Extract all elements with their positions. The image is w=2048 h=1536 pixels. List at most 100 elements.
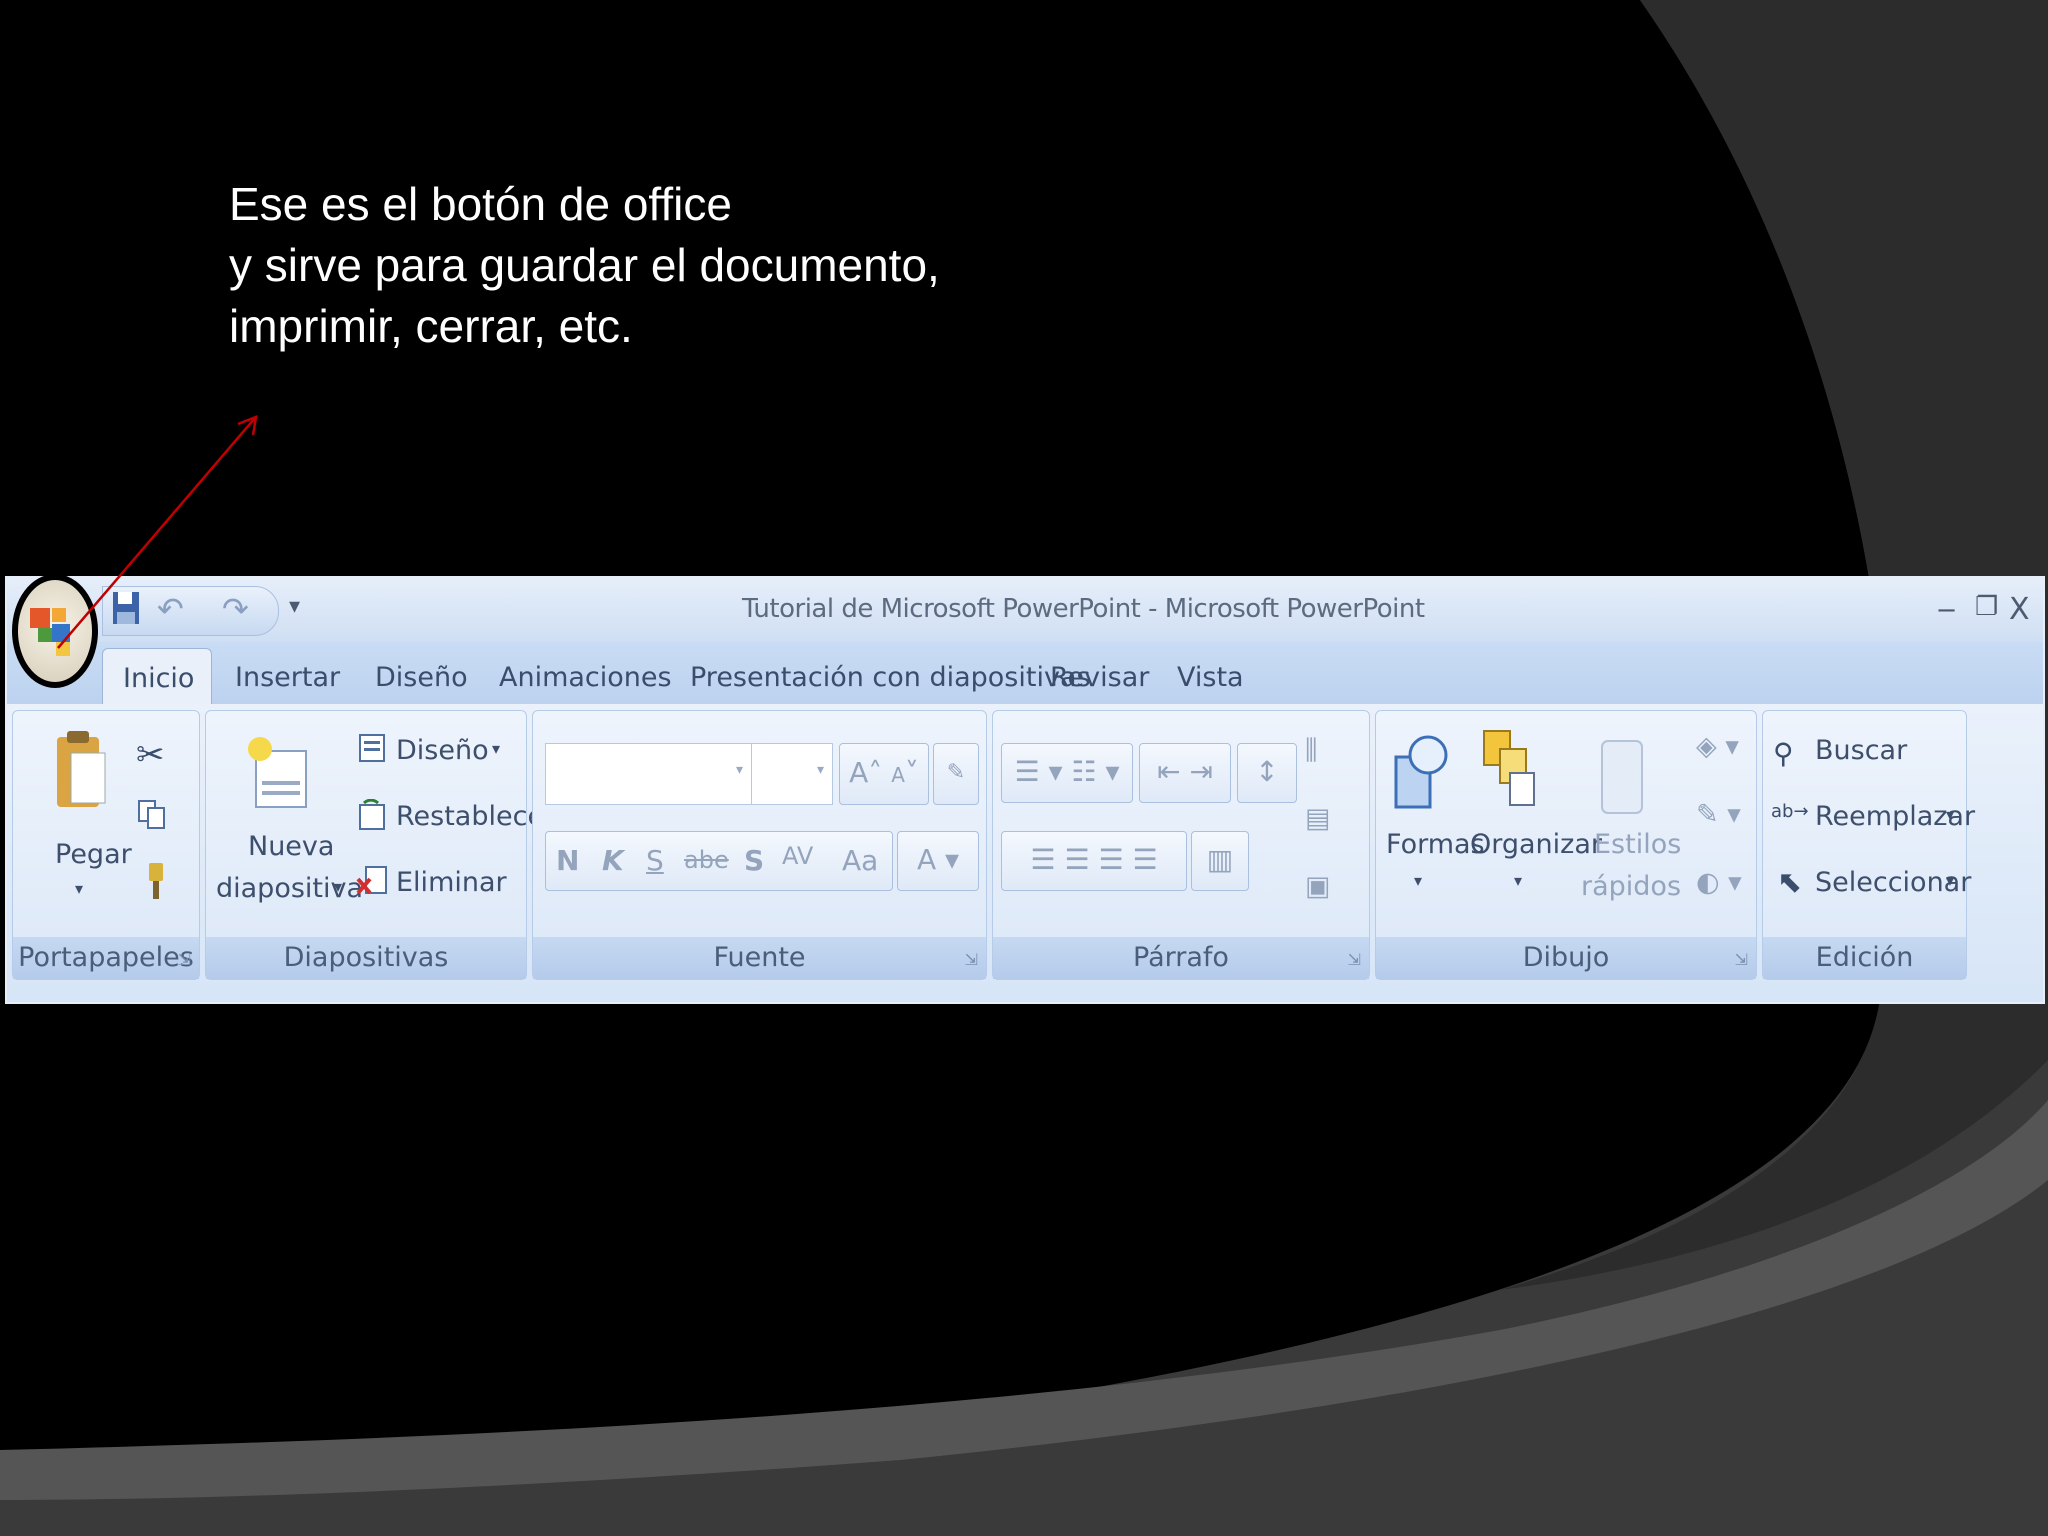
strikethrough-button[interactable]: abe bbox=[684, 846, 729, 874]
caption-line-3: imprimir, cerrar, etc. bbox=[229, 300, 633, 352]
shrink-font-glyph: A bbox=[891, 763, 905, 787]
group-editing-label: Edición bbox=[1763, 937, 1966, 979]
shapes-icon[interactable] bbox=[1390, 733, 1450, 817]
layout-label[interactable]: Diseño bbox=[396, 735, 489, 766]
clear-formatting-button[interactable]: ✎ bbox=[933, 743, 979, 805]
tab-animaciones[interactable]: Animaciones bbox=[499, 662, 672, 693]
arrange-dropdown-icon[interactable]: ▾ bbox=[1514, 871, 1522, 890]
office-logo-icon bbox=[30, 608, 70, 656]
line-spacing-button[interactable]: ↕ bbox=[1237, 743, 1297, 803]
grow-shrink-font-buttons[interactable]: A˄ A˅ bbox=[839, 743, 929, 805]
font-color-button[interactable]: A ▾ bbox=[897, 831, 979, 891]
restore-button[interactable]: ❐ bbox=[1975, 592, 1998, 622]
save-icon[interactable] bbox=[112, 590, 140, 630]
replace-icon[interactable]: ab→ bbox=[1771, 801, 1809, 822]
group-paragraph-label: Párrafo bbox=[993, 937, 1369, 979]
font-color-glyph: A bbox=[916, 843, 937, 876]
find-icon[interactable]: ⚲ bbox=[1773, 737, 1794, 770]
new-slide-label-1: Nueva bbox=[248, 831, 335, 862]
find-label[interactable]: Buscar bbox=[1815, 735, 1907, 766]
font-launcher-icon[interactable]: ⇲ bbox=[965, 950, 978, 969]
shapes-dropdown-icon[interactable]: ▾ bbox=[1414, 871, 1422, 890]
replace-dropdown-icon[interactable]: ▾ bbox=[1946, 805, 1954, 824]
new-slide-dropdown-icon[interactable]: ▾ bbox=[334, 877, 342, 896]
align-right-icon: ☰ bbox=[1098, 843, 1124, 876]
title-bar: ↶ ↷ ▾ Tutorial de Microsoft PowerPoint -… bbox=[7, 578, 2043, 642]
justify-icon: ☰ bbox=[1132, 843, 1158, 876]
shadow-button[interactable]: S bbox=[744, 844, 764, 877]
font-name-dropdown[interactable]: ▾ bbox=[545, 743, 752, 805]
font-size-chevron-icon: ▾ bbox=[816, 762, 824, 778]
group-font: ▾ ▾ A˄ A˅ ✎ N K S abe S AV Aa A ▾ Fuente… bbox=[532, 710, 987, 980]
grow-font-glyph: A bbox=[849, 756, 869, 789]
italic-button[interactable]: K bbox=[602, 844, 624, 877]
ribbon-body: Pegar ▾ ✂ Portapapeles ⇲ Nueva diapositi… bbox=[7, 704, 2043, 1002]
tab-vista[interactable]: Vista bbox=[1177, 662, 1244, 693]
change-case-button[interactable]: Aa bbox=[842, 844, 878, 877]
paragraph-launcher-icon[interactable]: ⇲ bbox=[1348, 950, 1361, 969]
select-cursor-icon[interactable]: ⬉ bbox=[1777, 865, 1802, 900]
powerpoint-ribbon-screenshot: ↶ ↷ ▾ Tutorial de Microsoft PowerPoint -… bbox=[5, 576, 2045, 1004]
paragraph-group-text: Párrafo bbox=[1133, 942, 1229, 973]
font-size-dropdown[interactable]: ▾ bbox=[751, 743, 833, 805]
align-center-icon: ☰ bbox=[1064, 843, 1090, 876]
shape-fill-icon[interactable]: ◈ ▾ bbox=[1696, 731, 1739, 762]
office-button[interactable] bbox=[12, 574, 98, 688]
bullets-icon: ☰ bbox=[1014, 755, 1040, 788]
slides-group-text: Diapositivas bbox=[283, 942, 449, 973]
new-slide-icon[interactable] bbox=[242, 731, 312, 815]
ribbon-tabs: Insertar Diseño Animaciones Presentación… bbox=[7, 642, 2043, 756]
annotation-caption: Ese es el botón de office y sirve para g… bbox=[229, 174, 940, 357]
bold-button[interactable]: N bbox=[556, 844, 579, 877]
line-spacing-icon: ↕ bbox=[1255, 755, 1279, 788]
group-font-label: Fuente bbox=[533, 937, 986, 979]
columns-icon: ▥ bbox=[1206, 843, 1234, 876]
group-drawing: Formas ▾ Organizar ▾ Estilos rápidos ◈ ▾… bbox=[1375, 710, 1757, 980]
font-format-buttons: N K S abe S AV Aa bbox=[545, 831, 893, 891]
customize-quick-access-icon[interactable]: ▾ bbox=[289, 594, 300, 634]
indent-buttons[interactable]: ⇤ ⇥ bbox=[1139, 743, 1231, 803]
delete-label[interactable]: Eliminar bbox=[396, 867, 507, 898]
quick-styles-icon[interactable] bbox=[1598, 737, 1648, 821]
arrange-icon[interactable] bbox=[1480, 727, 1540, 817]
paste-icon[interactable] bbox=[53, 727, 109, 821]
paste-dropdown-icon[interactable]: ▾ bbox=[75, 879, 83, 898]
align-left-icon: ☰ bbox=[1030, 843, 1056, 876]
text-direction-icon[interactable]: ⫼ bbox=[1305, 735, 1317, 767]
group-drawing-label: Dibujo bbox=[1376, 937, 1756, 979]
slide: Ese es el botón de office y sirve para g… bbox=[0, 0, 2048, 1536]
layout-icon[interactable] bbox=[358, 733, 386, 767]
font-group-text: Fuente bbox=[713, 942, 806, 973]
reset-icon[interactable] bbox=[358, 798, 386, 835]
drawing-launcher-icon[interactable]: ⇲ bbox=[1735, 950, 1748, 969]
cut-icon[interactable]: ✂ bbox=[136, 735, 165, 775]
list-buttons[interactable]: ☰ ▾ ☷ ▾ bbox=[1001, 743, 1133, 803]
redo-icon[interactable]: ↷ bbox=[222, 590, 249, 630]
minimize-button[interactable]: ‒ bbox=[1937, 592, 1956, 627]
editing-group-text: Edición bbox=[1815, 942, 1914, 973]
layout-dropdown-icon[interactable]: ▾ bbox=[492, 739, 500, 758]
copy-icon[interactable] bbox=[137, 799, 167, 835]
clipboard-launcher-icon[interactable]: ⇲ bbox=[178, 950, 191, 969]
tab-inicio-label: Inicio bbox=[123, 663, 195, 694]
underline-button[interactable]: S bbox=[646, 844, 664, 877]
tab-insertar[interactable]: Insertar bbox=[235, 662, 340, 693]
tab-diseno[interactable]: Diseño bbox=[375, 662, 468, 693]
close-button[interactable]: X bbox=[2009, 592, 2030, 627]
quick-styles-label-2: rápidos bbox=[1581, 871, 1682, 902]
format-painter-icon[interactable] bbox=[137, 861, 167, 905]
tab-inicio[interactable]: Inicio bbox=[102, 648, 212, 705]
tab-revisar[interactable]: Revisar bbox=[1050, 662, 1149, 693]
shape-effects-icon[interactable]: ◐ ▾ bbox=[1696, 867, 1742, 898]
columns-button[interactable]: ▥ bbox=[1191, 831, 1249, 891]
smartart-icon[interactable]: ▣ bbox=[1305, 871, 1331, 902]
char-spacing-button[interactable]: AV bbox=[782, 842, 813, 870]
select-dropdown-icon[interactable]: ▾ bbox=[1946, 871, 1954, 890]
alignment-buttons[interactable]: ☰ ☰ ☰ ☰ bbox=[1001, 831, 1187, 891]
shape-outline-icon[interactable]: ✎ ▾ bbox=[1696, 799, 1741, 830]
group-editing: ⚲ Buscar ab→ Reemplazar ▾ ⬉ Seleccionar … bbox=[1762, 710, 1975, 980]
delete-slide-icon[interactable] bbox=[356, 865, 388, 901]
tab-presentacion[interactable]: Presentación con diapositivas bbox=[690, 662, 1091, 693]
undo-icon[interactable]: ↶ bbox=[157, 590, 184, 630]
align-text-icon[interactable]: ▤ bbox=[1305, 803, 1331, 834]
